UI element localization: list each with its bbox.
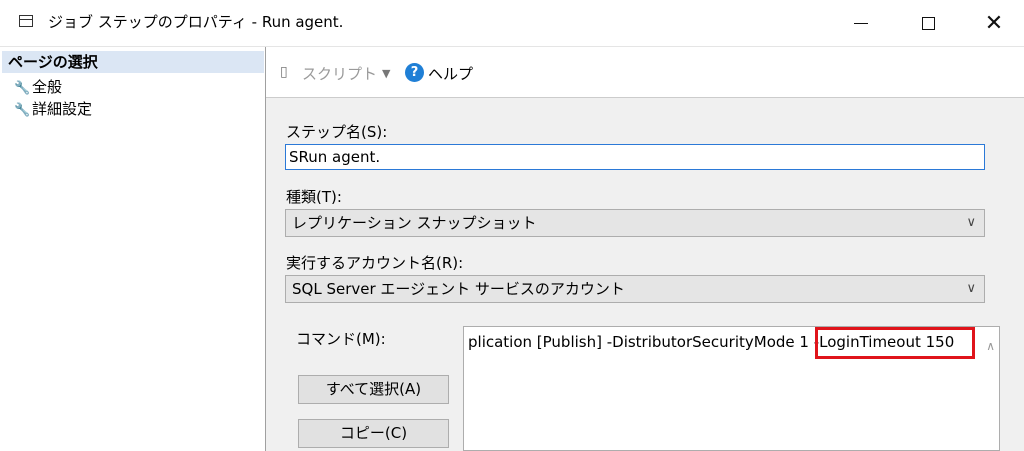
chevron-down-icon[interactable]: ▼ [382,67,390,80]
step-name-input[interactable]: SRun agent. [285,144,985,170]
window-icon [19,15,33,27]
maximize-button[interactable] [898,0,958,46]
command-textarea[interactable]: plication [Publish] -DistributorSecurity… [463,326,1000,451]
toolbar: ▯ スクリプト ▼ ? ヘルプ [266,47,1024,98]
maximize-icon [921,16,935,30]
type-select-value: レプリケーション スナップショット [292,214,537,232]
minimize-button[interactable] [831,0,891,46]
chevron-down-icon: ∨ [966,281,976,296]
page-selector-pane: ページの選択 🔧 全般 🔧 詳細設定 [0,47,266,451]
account-select[interactable]: SQL Server エージェント サービスのアカウント ∨ [285,275,985,303]
script-icon: ▯ [280,64,288,80]
account-select-value: SQL Server エージェント サービスのアカウント [292,280,625,298]
scroll-up-icon[interactable]: ∧ [986,339,995,353]
help-icon[interactable]: ? [405,63,424,82]
sidebar-item-general[interactable]: 🔧 全般 [14,77,62,99]
select-all-button[interactable]: すべて選択(A) [298,375,449,404]
login-timeout-highlight [815,327,975,359]
copy-button[interactable]: コピー(C) [298,419,449,448]
account-label: 実行するアカウント名(R): [286,254,464,272]
sidebar-item-label: 詳細設定 [32,100,93,118]
sidebar-item-label: 全般 [32,78,63,96]
chevron-down-icon: ∨ [966,215,976,230]
help-button[interactable]: ヘルプ [428,63,473,84]
step-properties-form: ステップ名(S): SRun agent. 種類(T): レプリケーション スナ… [266,98,1024,451]
close-button[interactable]: ✕ [964,0,1024,46]
type-select[interactable]: レプリケーション スナップショット ∨ [285,209,985,237]
title-bar: ジョブ ステップのプロパティ - Run agent. ✕ [0,0,1024,47]
type-label: 種類(T): [286,188,342,206]
page-selector-header: ページの選択 [2,51,264,73]
minimize-icon [854,22,868,24]
close-icon: ✕ [984,10,1004,36]
wrench-icon: 🔧 [14,81,31,96]
wrench-icon: 🔧 [14,103,31,118]
window-title: ジョブ ステップのプロパティ - Run agent. [48,13,344,31]
command-label: コマンド(M): [296,330,386,348]
step-name-label: ステップ名(S): [286,123,388,141]
script-button[interactable]: スクリプト [302,63,377,84]
sidebar-item-advanced[interactable]: 🔧 詳細設定 [14,99,92,121]
